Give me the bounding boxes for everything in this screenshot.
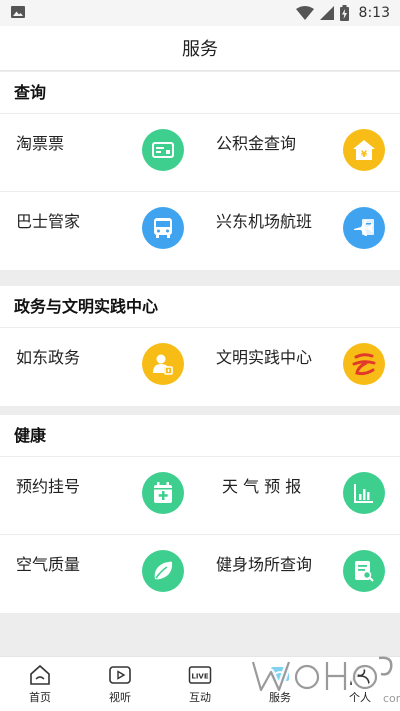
ticket-card-icon	[142, 129, 184, 171]
civilization-logo-icon	[343, 343, 385, 385]
house-yen-icon: ¥	[343, 129, 385, 171]
service-housing-fund[interactable]: 公积金查询 ¥	[200, 114, 400, 191]
status-bar: 8:13	[0, 0, 400, 26]
service-label: 空气质量	[16, 555, 81, 574]
live-icon: LIVE	[188, 666, 212, 684]
status-icons: 8:13	[295, 4, 390, 22]
nav-label: 首页	[29, 691, 51, 704]
user-badge-icon	[142, 343, 184, 385]
section-title: 健康	[0, 415, 400, 457]
wifi-icon	[295, 6, 314, 20]
grid-row: 如东政务 文明实践中心	[0, 328, 400, 406]
nav-video[interactable]: 视听	[80, 657, 160, 711]
service-label: 兴东机场航班	[216, 212, 313, 231]
svg-text:com: com	[383, 692, 400, 705]
service-label: 健身场所查询	[216, 555, 313, 574]
service-label: 预约挂号	[16, 477, 81, 496]
service-label: 天 气 预 报	[222, 477, 302, 496]
bar-chart-icon	[343, 472, 385, 514]
document-search-icon	[343, 550, 385, 592]
service-civilization-center[interactable]: 文明实践中心	[200, 328, 400, 406]
service-fitness-venues[interactable]: 健身场所查询	[200, 535, 400, 613]
nav-label: 视听	[109, 691, 131, 704]
home-icon	[30, 664, 50, 685]
nav-label: 互动	[189, 691, 211, 704]
medical-calendar-icon	[142, 472, 184, 514]
section-health: 健康 预约挂号 天 气 预 报 空气质量 健身场所查询	[0, 415, 400, 613]
grid-row: 淘票票 公积金查询 ¥	[0, 114, 400, 192]
svg-text:LIVE: LIVE	[191, 673, 208, 681]
service-taopiaopiao[interactable]: 淘票票	[0, 114, 200, 191]
status-time: 8:13	[358, 5, 390, 21]
leaf-icon	[142, 550, 184, 592]
service-label: 巴士管家	[16, 212, 81, 231]
page-title: 服务	[182, 39, 218, 60]
svg-text:¥: ¥	[361, 150, 368, 160]
airplane-icon	[343, 207, 385, 249]
battery-charging-icon	[339, 5, 349, 21]
nav-interaction[interactable]: LIVE 互动	[160, 657, 240, 711]
section-title: 查询	[0, 72, 400, 114]
service-label: 淘票票	[16, 134, 65, 153]
watermark-logo: com	[249, 656, 400, 705]
service-rudong-gov[interactable]: 如东政务	[0, 328, 200, 406]
service-appointment[interactable]: 预约挂号	[0, 457, 200, 534]
grid-row: 空气质量 健身场所查询	[0, 535, 400, 613]
signal-icon	[319, 6, 334, 20]
service-label: 如东政务	[16, 348, 81, 367]
service-bus-butler[interactable]: 巴士管家	[0, 192, 200, 270]
service-air-quality[interactable]: 空气质量	[0, 535, 200, 613]
section-query: 查询 淘票票 公积金查询 ¥ 巴士管家 兴东机场航班	[0, 72, 400, 270]
section-government: 政务与文明实践中心 如东政务 文明实践中心	[0, 286, 400, 406]
grid-row: 预约挂号 天 气 预 报	[0, 457, 400, 535]
video-play-icon	[109, 666, 131, 684]
service-label: 公积金查询	[216, 134, 297, 153]
section-title: 政务与文明实践中心	[0, 286, 400, 328]
page-header: 服务	[0, 26, 400, 71]
photo-notification-icon	[11, 6, 25, 18]
service-xingdong-airport[interactable]: 兴东机场航班	[200, 192, 400, 270]
bus-icon	[142, 207, 184, 249]
service-weather[interactable]: 天 气 预 报	[200, 457, 400, 534]
service-label: 文明实践中心	[216, 348, 313, 367]
nav-home[interactable]: 首页	[0, 657, 80, 711]
grid-row: 巴士管家 兴东机场航班	[0, 192, 400, 270]
